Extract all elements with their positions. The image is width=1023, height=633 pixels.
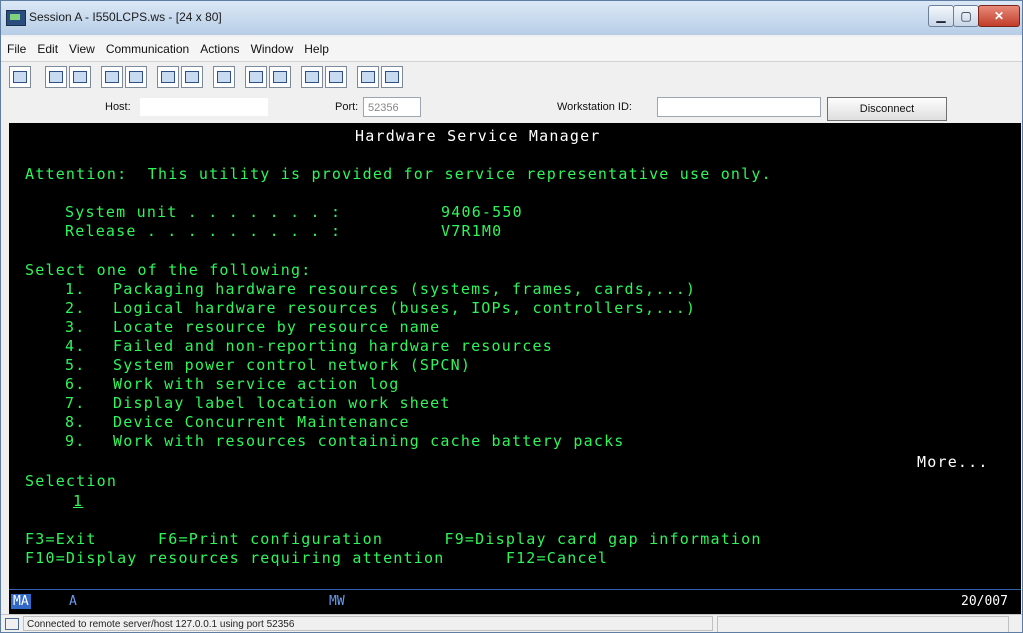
option-number: 7. bbox=[65, 394, 86, 412]
option-text: System power control network (SPCN) bbox=[113, 356, 472, 374]
more-indicator: More... bbox=[917, 453, 989, 471]
option-text: Work with service action log bbox=[113, 375, 400, 393]
attention-text: Attention: This utility is provided for … bbox=[25, 165, 772, 183]
screen-title: Hardware Service Manager bbox=[355, 127, 601, 145]
option-text: Failed and non-reporting hardware resour… bbox=[113, 337, 553, 355]
option-number: 2. bbox=[65, 299, 86, 317]
minimize-icon: ▁ bbox=[936, 9, 946, 23]
transfer-send-icon[interactable] bbox=[301, 66, 323, 88]
menu-window[interactable]: Window bbox=[245, 37, 299, 61]
oia-ma-indicator: MA bbox=[11, 594, 31, 609]
paste-icon[interactable] bbox=[69, 66, 91, 88]
close-icon: ✕ bbox=[993, 9, 1005, 23]
system-unit-value: 9406-550 bbox=[441, 203, 523, 221]
status-bar: Connected to remote server/host 127.0.0.… bbox=[1, 614, 1022, 632]
option-text: Logical hardware resources (buses, IOPs,… bbox=[113, 299, 697, 317]
maximize-button[interactable]: ▢ bbox=[953, 5, 979, 27]
macro-stop-icon[interactable] bbox=[269, 66, 291, 88]
disconnect-button[interactable]: Disconnect bbox=[827, 97, 947, 121]
release-value: V7R1M0 bbox=[441, 222, 503, 240]
connection-bar: Host: Port: 52356 Workstation ID: Discon… bbox=[1, 93, 1022, 123]
option-number: 8. bbox=[65, 413, 86, 431]
status-message: Connected to remote server/host 127.0.0.… bbox=[23, 616, 713, 631]
print-screen-icon[interactable] bbox=[9, 66, 31, 88]
keypad-icon[interactable] bbox=[181, 66, 203, 88]
function-keys-line-2[interactable]: F10=Display resources requiring attentio… bbox=[25, 549, 608, 567]
copy-icon[interactable] bbox=[45, 66, 67, 88]
transfer-receive-icon[interactable] bbox=[325, 66, 347, 88]
option-number: 4. bbox=[65, 337, 86, 355]
color-map-icon[interactable] bbox=[357, 66, 379, 88]
select-prompt: Select one of the following: bbox=[25, 261, 312, 279]
option-text: Work with resources containing cache bat… bbox=[113, 432, 625, 450]
terminal-app-icon[interactable] bbox=[6, 10, 26, 26]
option-text: Display label location work sheet bbox=[113, 394, 451, 412]
option-number: 1. bbox=[65, 280, 86, 298]
minimize-button[interactable]: ▁ bbox=[928, 5, 954, 27]
macro-play-icon[interactable] bbox=[245, 66, 267, 88]
maximize-icon: ▢ bbox=[960, 9, 972, 23]
function-keys-line-1[interactable]: F3=Exit F6=Print configuration F9=Displa… bbox=[25, 530, 762, 548]
terminal-screen[interactable]: Hardware Service Manager Attention: This… bbox=[9, 123, 1021, 589]
title-bar: Session A - I550LCPS.ws - [24 x 80] ▁ ▢ … bbox=[1, 1, 1022, 35]
host-label: Host: bbox=[105, 101, 131, 113]
menu-help[interactable]: Help bbox=[298, 37, 334, 61]
option-number: 3. bbox=[65, 318, 86, 336]
connection-icon bbox=[5, 618, 19, 630]
receive-icon[interactable] bbox=[125, 66, 147, 88]
macro-record-icon[interactable] bbox=[213, 66, 235, 88]
host-field[interactable] bbox=[139, 97, 269, 117]
menu-edit[interactable]: Edit bbox=[31, 37, 63, 61]
menu-actions[interactable]: Actions bbox=[194, 37, 244, 61]
window-title: Session A - I550LCPS.ws - [24 x 80] bbox=[29, 10, 222, 24]
option-text: Device Concurrent Maintenance bbox=[113, 413, 410, 431]
workstation-id-field[interactable] bbox=[657, 97, 821, 117]
option-number: 6. bbox=[65, 375, 86, 393]
system-unit-label: System unit . . . . . . . : bbox=[65, 203, 342, 221]
option-text: Packaging hardware resources (systems, f… bbox=[113, 280, 697, 298]
selection-input[interactable]: 1 bbox=[73, 492, 83, 510]
send-icon[interactable] bbox=[101, 66, 123, 88]
menu-file[interactable]: File bbox=[1, 37, 31, 61]
operator-info-area: MA A MW 20/007 bbox=[9, 589, 1021, 614]
emulator-window: Session A - I550LCPS.ws - [24 x 80] ▁ ▢ … bbox=[0, 0, 1023, 633]
option-text: Locate resource by resource name bbox=[113, 318, 441, 336]
oia-mw-indicator: MW bbox=[329, 594, 345, 609]
menu-bar: File Edit View Communication Actions Window He… bbox=[1, 37, 1022, 62]
status-cell bbox=[717, 616, 1009, 632]
option-number: 5. bbox=[65, 356, 86, 374]
close-button[interactable]: ✕ bbox=[978, 5, 1020, 27]
toolbar bbox=[1, 63, 1022, 91]
port-field[interactable]: 52356 bbox=[363, 97, 421, 117]
port-label: Port: bbox=[335, 101, 359, 113]
option-number: 9. bbox=[65, 432, 86, 450]
oia-a-indicator: A bbox=[69, 594, 77, 609]
cursor-position: 20/007 bbox=[961, 594, 1008, 609]
menu-communication[interactable]: Communication bbox=[100, 37, 194, 61]
selection-label: Selection bbox=[25, 472, 118, 490]
menu-view[interactable]: View bbox=[63, 37, 100, 61]
workstation-id-label: Workstation ID: bbox=[557, 101, 632, 113]
customize-icon[interactable] bbox=[381, 66, 403, 88]
release-label: Release . . . . . . . . . : bbox=[65, 222, 342, 240]
display-icon[interactable] bbox=[157, 66, 179, 88]
